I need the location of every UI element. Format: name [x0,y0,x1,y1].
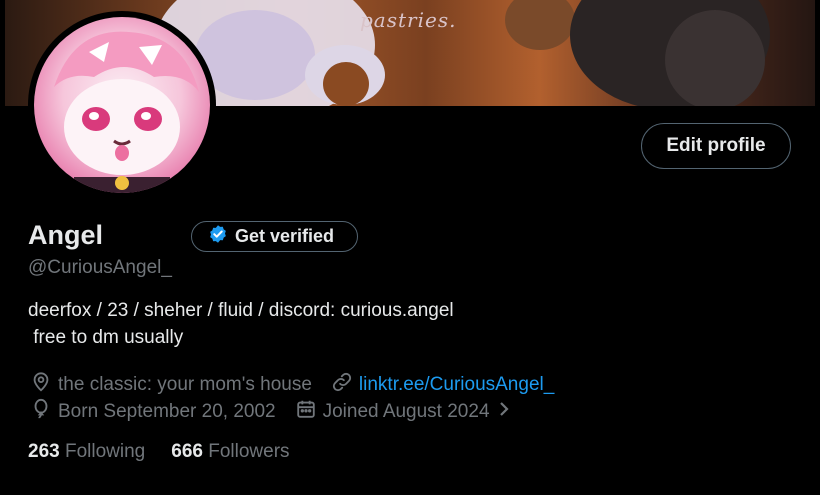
get-verified-button[interactable]: Get verified [191,221,358,252]
avatar[interactable] [28,11,216,199]
birthday-text: Born September 20, 2002 [58,401,276,422]
follow-stats: 263 Following 666 Followers [28,441,290,463]
avatar-image [34,17,210,193]
profile-handle: @CuriousAngel_ [28,257,172,278]
joined-item[interactable]: Joined August 2024 [295,398,512,426]
location-item: the classic: your mom's house [30,371,312,399]
bio-line-2: free to dm usually [28,327,184,348]
website-link[interactable]: linktr.ee/CuriousAngel_ [359,374,554,396]
joined-text: Joined August 2024 [322,401,490,422]
location-text: the classic: your mom's house [58,374,312,395]
profile-meta-row-2: Born September 20, 2002 Joined August 20… [30,398,512,426]
banner-text: pastries. [360,8,457,32]
birthday-item: Born September 20, 2002 [30,398,276,426]
website-item[interactable]: linktr.ee/CuriousAngel_ [331,371,554,399]
profile-name: Angel [28,220,104,250]
profile-meta-row-1: the classic: your mom's house linktr.ee/… [30,371,573,399]
followers-stat[interactable]: 666 Followers [171,441,289,463]
link-icon [331,371,353,399]
location-icon [30,371,52,399]
chevron-right-icon[interactable] [496,399,512,425]
bio-line-1: deerfox / 23 / sheher / fluid / discord:… [28,300,454,321]
balloon-icon [30,398,52,426]
following-count: 263 [28,441,60,462]
followers-count: 666 [171,441,203,462]
get-verified-label: Get verified [235,226,335,246]
calendar-icon [295,398,317,426]
following-stat[interactable]: 263 Following [28,441,145,463]
following-label: Following [64,441,146,462]
followers-label: Followers [208,441,290,462]
verified-badge-icon [208,224,228,249]
edit-profile-button[interactable]: Edit profile [641,123,791,169]
